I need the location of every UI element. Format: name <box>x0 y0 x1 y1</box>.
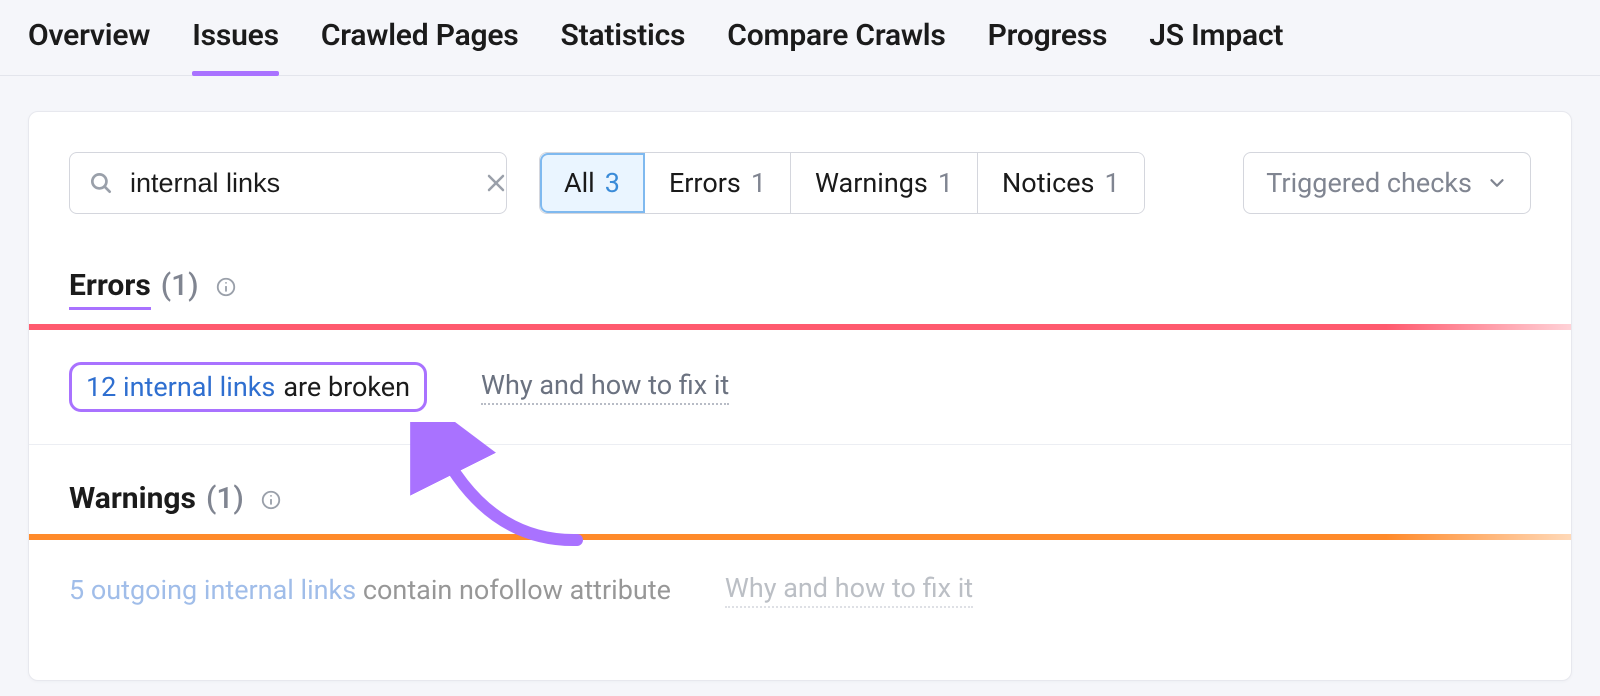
clear-icon[interactable] <box>484 171 508 195</box>
warnings-count: (1) <box>206 481 244 516</box>
fix-link[interactable]: Why and how to fix it <box>725 572 973 608</box>
fix-link[interactable]: Why and how to fix it <box>481 369 729 405</box>
info-icon[interactable] <box>215 276 237 298</box>
filter-warnings-label: Warnings <box>815 167 928 199</box>
search-box[interactable] <box>69 152 507 214</box>
tab-issues[interactable]: Issues <box>192 18 279 75</box>
triggered-checks-label: Triggered checks <box>1266 167 1472 199</box>
warning-issue-row: 5 outgoing internal links contain nofoll… <box>29 540 1571 640</box>
triggered-checks-dropdown[interactable]: Triggered checks <box>1243 152 1531 214</box>
search-icon <box>88 170 114 196</box>
errors-count: (1) <box>161 268 199 303</box>
filter-errors-count: 1 <box>751 167 766 199</box>
filter-notices-label: Notices <box>1002 167 1094 199</box>
info-icon[interactable] <box>260 489 282 511</box>
chevron-down-icon <box>1486 172 1508 194</box>
filter-all-label: All <box>564 167 595 199</box>
filter-row: All 3 Errors 1 Warnings 1 Notices 1 Trig… <box>29 112 1571 214</box>
filter-all[interactable]: All 3 <box>540 153 645 213</box>
issue-highlight: 12 internal links are broken <box>69 362 427 412</box>
errors-section-header: Errors (1) <box>29 214 1571 324</box>
search-input[interactable] <box>130 168 484 199</box>
tab-overview[interactable]: Overview <box>28 18 150 75</box>
warnings-section-header: Warnings (1) <box>29 445 1571 534</box>
filter-warnings-count: 1 <box>938 167 953 199</box>
tab-bar: Overview Issues Crawled Pages Statistics… <box>0 0 1600 76</box>
filter-notices-count: 1 <box>1104 167 1119 199</box>
issue-wrap: 5 outgoing internal links contain nofoll… <box>69 574 671 606</box>
issue-text: contain nofollow attribute <box>363 574 671 606</box>
filter-notices[interactable]: Notices 1 <box>978 153 1144 213</box>
filter-warnings[interactable]: Warnings 1 <box>791 153 978 213</box>
issue-link[interactable]: 5 outgoing internal links <box>69 574 356 606</box>
tab-js-impact[interactable]: JS Impact <box>1149 18 1283 75</box>
tab-statistics[interactable]: Statistics <box>561 18 686 75</box>
filter-errors[interactable]: Errors 1 <box>645 153 791 213</box>
tab-compare-crawls[interactable]: Compare Crawls <box>727 18 945 75</box>
tab-progress[interactable]: Progress <box>988 18 1108 75</box>
issue-link[interactable]: 12 internal links <box>86 371 275 403</box>
tab-crawled-pages[interactable]: Crawled Pages <box>321 18 519 75</box>
error-issue-row: 12 internal links are broken Why and how… <box>29 330 1571 445</box>
warnings-title: Warnings <box>69 481 196 520</box>
issues-panel: All 3 Errors 1 Warnings 1 Notices 1 Trig… <box>28 111 1572 681</box>
issue-type-filter: All 3 Errors 1 Warnings 1 Notices 1 <box>539 152 1145 214</box>
filter-all-count: 3 <box>605 167 620 199</box>
errors-title: Errors <box>69 268 151 310</box>
issue-text: are broken <box>283 371 410 403</box>
filter-errors-label: Errors <box>669 167 741 199</box>
